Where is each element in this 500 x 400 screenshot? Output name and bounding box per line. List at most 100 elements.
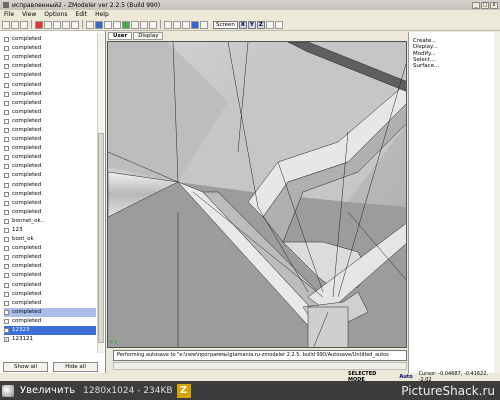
visibility-checkbox[interactable]	[4, 73, 9, 79]
close-button[interactable]: x	[490, 1, 498, 9]
3d-viewport[interactable]: x y	[107, 41, 407, 348]
list-item[interactable]: completed	[4, 108, 96, 117]
list-item[interactable]: completed	[4, 317, 96, 326]
visibility-checkbox[interactable]	[4, 300, 9, 306]
copy-icon[interactable]	[53, 20, 61, 29]
list-item[interactable]: 123	[4, 226, 96, 235]
hide-all-button[interactable]: Hide all	[53, 362, 98, 372]
list-item[interactable]: completed	[4, 290, 96, 299]
surface-menu[interactable]: Surface...	[413, 63, 500, 69]
visibility-checkbox[interactable]	[4, 82, 9, 88]
menu-help[interactable]: Help	[95, 11, 109, 18]
list-item[interactable]: completed	[4, 80, 96, 89]
command-panel-scrollbar[interactable]	[494, 32, 500, 373]
list-item[interactable]: completed	[4, 307, 96, 317]
list-item[interactable]: completed	[4, 117, 96, 126]
save-icon[interactable]	[20, 20, 28, 29]
visibility-checkbox[interactable]	[4, 100, 9, 106]
visibility-checkbox[interactable]	[4, 273, 9, 279]
visibility-checkbox[interactable]	[4, 37, 9, 43]
list-item[interactable]: completed	[4, 99, 96, 108]
menu-file[interactable]: File	[4, 11, 14, 18]
pan-icon[interactable]	[173, 20, 181, 29]
cut-icon[interactable]	[44, 20, 52, 29]
list-item[interactable]: completed	[4, 181, 96, 190]
scale-icon[interactable]	[113, 20, 121, 29]
visibility-checkbox[interactable]	[4, 237, 9, 243]
list-item[interactable]: completed	[4, 44, 96, 53]
list-item[interactable]: ✓ 123121	[4, 335, 96, 344]
move-icon[interactable]	[95, 20, 103, 29]
visibility-checkbox[interactable]	[4, 291, 9, 297]
visibility-checkbox[interactable]	[4, 255, 9, 261]
list-item[interactable]: completed	[4, 90, 96, 99]
visibility-checkbox[interactable]	[4, 209, 9, 215]
vertex-icon[interactable]	[122, 20, 130, 29]
face-icon[interactable]	[140, 20, 148, 29]
list-item[interactable]: completed	[4, 253, 96, 262]
visibility-checkbox[interactable]	[4, 191, 9, 197]
list-item[interactable]: completed	[4, 126, 96, 135]
list-item[interactable]: completed	[4, 162, 96, 171]
new-icon[interactable]	[2, 20, 10, 29]
visibility-checkbox[interactable]	[4, 182, 9, 188]
list-item[interactable]: completed	[4, 299, 96, 308]
visibility-checkbox[interactable]	[4, 64, 9, 70]
show-all-button[interactable]: Show all	[3, 362, 48, 372]
screen-dropdown[interactable]: Screen	[213, 20, 238, 29]
visibility-checkbox[interactable]	[4, 164, 9, 170]
visibility-checkbox[interactable]: ✓	[4, 337, 9, 343]
edge-icon[interactable]	[131, 20, 139, 29]
visibility-checkbox[interactable]	[4, 137, 9, 143]
maximize-button[interactable]: □	[481, 1, 489, 9]
visibility-checkbox[interactable]	[4, 228, 9, 234]
open-icon[interactable]	[11, 20, 19, 29]
visibility-checkbox[interactable]	[4, 218, 9, 224]
visibility-checkbox[interactable]	[4, 318, 9, 324]
select-icon[interactable]	[86, 20, 94, 29]
list-item[interactable]: boot_ok	[4, 235, 96, 244]
visibility-checkbox[interactable]	[4, 173, 9, 179]
visibility-checkbox[interactable]	[4, 282, 9, 288]
visibility-checkbox[interactable]	[4, 91, 9, 97]
scroll-thumb[interactable]	[98, 133, 104, 343]
menu-view[interactable]: View	[22, 11, 36, 18]
list-item[interactable]: completed	[4, 53, 96, 62]
list-item[interactable]: completed	[4, 171, 96, 180]
visibility-checkbox[interactable]: ✓	[4, 328, 9, 334]
list-item[interactable]: completed	[4, 144, 96, 153]
list-item[interactable]: bonnet_ok..	[4, 217, 96, 226]
minimize-button[interactable]: _	[472, 1, 480, 9]
axis-x-button[interactable]: X	[238, 20, 247, 29]
menu-edit[interactable]: Edit	[75, 11, 87, 18]
list-item[interactable]: completed	[4, 35, 96, 44]
object-icon[interactable]	[149, 20, 157, 29]
visibility-checkbox[interactable]	[4, 118, 9, 124]
extra-tool-icon[interactable]	[265, 20, 274, 29]
visibility-checkbox[interactable]	[4, 155, 9, 161]
list-item[interactable]: completed	[4, 208, 96, 217]
visibility-checkbox[interactable]	[4, 246, 9, 252]
list-item[interactable]: completed	[4, 262, 96, 271]
render-icon[interactable]	[200, 20, 208, 29]
rotate-icon[interactable]	[104, 20, 112, 29]
axis-z-button[interactable]: Z	[256, 20, 265, 29]
paste-icon[interactable]	[62, 20, 70, 29]
list-item[interactable]: completed	[4, 244, 96, 253]
tab-display[interactable]: Display	[133, 32, 164, 40]
tab-user[interactable]: User	[108, 32, 133, 40]
visibility-checkbox[interactable]	[4, 309, 9, 315]
enlarge-link[interactable]: Увеличить	[20, 385, 75, 396]
menu-options[interactable]: Options	[44, 11, 67, 18]
zoom-icon[interactable]	[164, 20, 172, 29]
list-item[interactable]: completed	[4, 153, 96, 162]
delete-icon[interactable]	[71, 20, 79, 29]
list-item[interactable]: completed	[4, 199, 96, 208]
list-item[interactable]: completed	[4, 135, 96, 144]
visibility-checkbox[interactable]	[4, 55, 9, 61]
list-item[interactable]: completed	[4, 62, 96, 71]
list-item[interactable]: completed	[4, 190, 96, 199]
visibility-checkbox[interactable]	[4, 109, 9, 115]
visibility-checkbox[interactable]	[4, 200, 9, 206]
visibility-checkbox[interactable]	[4, 46, 9, 52]
